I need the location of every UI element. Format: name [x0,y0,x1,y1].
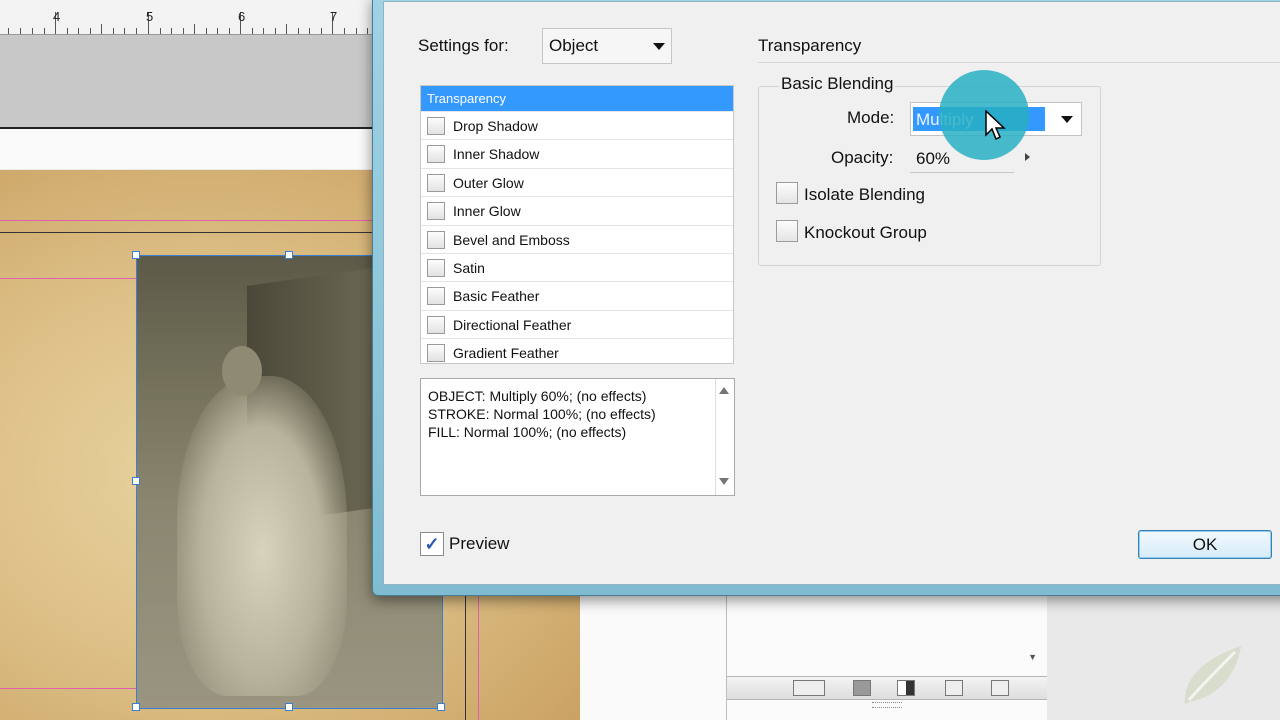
ruler-number: 7 [330,9,338,24]
resize-handle[interactable] [285,251,293,259]
effects-dialog: Settings for: Object Transparency Drop S… [372,0,1280,596]
effect-label: Basic Feather [453,288,540,305]
effect-label: Outer Glow [453,174,524,191]
panel-button-icon[interactable] [897,680,915,696]
effects-item-satin[interactable]: Satin [421,252,733,281]
chevron-down-icon [653,43,665,50]
settings-for-value: Object [549,36,599,55]
effect-checkbox[interactable] [427,145,445,164]
checkmark-icon: ✓ [424,534,440,554]
resize-handle[interactable] [437,703,445,711]
dialog-body: Settings for: Object Transparency Drop S… [383,1,1280,585]
panel-grip[interactable] [872,702,902,708]
effect-checkbox[interactable] [427,287,445,306]
horizontal-ruler: 4 5 6 7 [0,0,375,35]
bleed-guide [465,596,466,720]
effects-item-bevel-emboss[interactable]: Bevel and Emboss [421,224,733,253]
effects-item-transparency[interactable]: Transparency [421,86,733,111]
effect-checkbox[interactable] [427,202,445,221]
opacity-value: 60% [916,149,951,168]
effects-item-drop-shadow[interactable]: Drop Shadow [421,111,733,139]
knockout-group-checkbox[interactable] [776,220,798,242]
resize-handle[interactable] [132,477,140,485]
resize-handle[interactable] [132,251,140,259]
scroll-down-icon[interactable]: ▼ [1028,652,1037,662]
ruler-number: 6 [238,9,246,24]
effect-label: Inner Shadow [453,146,540,163]
ok-button[interactable]: OK [1138,530,1272,559]
effect-label: Satin [453,259,485,276]
ruler-number: 4 [53,9,61,24]
effect-label: Directional Feather [453,316,572,333]
bleed-guide [0,232,375,233]
new-item-icon[interactable] [945,680,963,696]
scroll-up-icon[interactable] [719,387,729,394]
effect-checkbox[interactable] [427,315,445,334]
resize-handle[interactable] [132,703,140,711]
opacity-label: Opacity: [831,148,894,167]
effects-item-inner-glow[interactable]: Inner Glow [421,196,733,224]
effects-item-outer-glow[interactable]: Outer Glow [421,167,733,196]
effect-label: Bevel and Emboss [453,231,570,248]
preview-checkbox[interactable]: ✓ [420,532,444,556]
margin-guide [0,220,375,221]
chevron-down-icon[interactable] [1061,116,1073,123]
margin-guide [478,596,479,720]
scroll-down-icon[interactable] [719,478,729,485]
settings-for-label: Settings for: [418,36,509,55]
effect-checkbox[interactable] [427,344,445,363]
effect-label: Inner Glow [453,203,521,220]
summary-line: STROKE: Normal 100%; (no effects) [428,406,656,422]
effects-summary: OBJECT: Multiply 60%; (no effects) STROK… [420,378,735,496]
preview-label: Preview [449,534,510,553]
layers-panel: ▼ [726,596,1047,720]
effects-item-basic-feather[interactable]: Basic Feather [421,281,733,309]
effects-list: Transparency Drop Shadow Inner Shadow Ou… [420,85,734,364]
leaf-logo-icon [1184,646,1241,704]
section-divider [758,62,1280,63]
effect-checkbox[interactable] [427,230,445,249]
settings-for-dropdown[interactable]: Object [542,28,672,64]
effect-checkbox[interactable] [427,173,445,192]
mode-label: Mode: [847,108,895,127]
resize-handle[interactable] [285,703,293,711]
section-title: Transparency [758,36,862,55]
isolate-blending-checkbox[interactable] [776,182,798,204]
panel-button-icon[interactable] [853,680,871,696]
effect-label: Drop Shadow [453,118,538,134]
group-title: Basic Blending [779,74,896,94]
ruler-number: 5 [146,9,154,24]
effect-label: Gradient Feather [453,345,559,362]
panel-footer [727,676,1047,700]
effects-item-gradient-feather[interactable]: Gradient Feather [421,338,733,366]
pointer-cursor-icon [985,110,1006,141]
isolate-blending-label: Isolate Blending [804,185,925,204]
opacity-slider-arrow-icon[interactable] [1025,153,1030,161]
pasteboard-strip [0,129,375,169]
summary-scrollbar[interactable] [715,379,734,495]
pasteboard [0,35,375,129]
knockout-group-label: Knockout Group [804,223,927,242]
effect-checkbox[interactable] [427,258,445,277]
trash-icon[interactable] [991,680,1009,696]
pasteboard-strip [580,590,730,720]
effects-item-inner-shadow[interactable]: Inner Shadow [421,139,733,167]
effects-item-directional-feather[interactable]: Directional Feather [421,309,733,338]
effect-checkbox[interactable] [427,117,445,135]
panel-button-icon[interactable] [793,680,825,696]
summary-line: OBJECT: Multiply 60%; (no effects) [428,388,647,404]
summary-line: FILL: Normal 100%; (no effects) [428,424,627,440]
